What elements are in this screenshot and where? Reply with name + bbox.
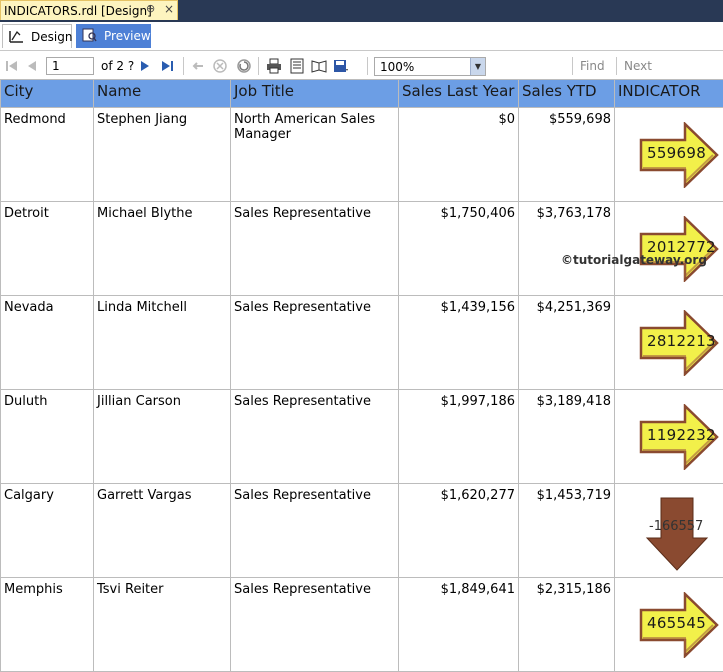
find-next-link[interactable]: Next	[624, 59, 652, 73]
table-row: DetroitMichael BlytheSales Representativ…	[1, 202, 723, 296]
sales-ytd-cell: $559,698	[519, 108, 615, 202]
header-sales-ytd: Sales YTD	[519, 80, 615, 108]
indicator-value: 465545	[647, 614, 706, 632]
pin-icon[interactable]: ⊕	[146, 2, 155, 15]
toolbar-separator	[258, 57, 259, 75]
close-icon[interactable]: ×	[164, 2, 174, 16]
sales-last-year-cell: $1,750,406	[399, 202, 519, 296]
header-city: City	[1, 80, 94, 108]
preview-icon	[82, 28, 97, 42]
name-cell: Garrett Vargas	[94, 484, 231, 578]
prev-page-icon[interactable]	[24, 58, 40, 74]
table-row: NevadaLinda MitchellSales Representative…	[1, 296, 723, 390]
job-title-cell: Sales Representative	[231, 296, 399, 390]
down-arrow-icon	[645, 496, 709, 572]
chevron-down-icon[interactable]: ▼	[470, 58, 485, 75]
city-cell: Detroit	[1, 202, 94, 296]
print-icon[interactable]	[266, 58, 282, 74]
print-layout-icon[interactable]	[289, 58, 305, 74]
view-tab-strip: Design Preview	[0, 22, 723, 51]
back-icon[interactable]	[190, 58, 206, 74]
header-name: Name	[94, 80, 231, 108]
city-cell: Duluth	[1, 390, 94, 484]
stop-icon[interactable]	[212, 58, 228, 74]
zoom-value: 100%	[380, 60, 414, 74]
job-title-cell: North American Sales Manager	[231, 108, 399, 202]
document-tab-bar: INDICATORS.rdl [Design] ⊕ ×	[0, 0, 723, 22]
indicator-cell: 2012772	[615, 202, 723, 296]
refresh-icon[interactable]	[236, 58, 252, 74]
sales-last-year-cell: $1,620,277	[399, 484, 519, 578]
report-toolbar: 1 of 2 ? 100% ▼ Find Next	[0, 53, 723, 80]
tab-design-label: Design	[31, 30, 72, 44]
export-icon[interactable]	[333, 58, 349, 74]
sales-ytd-cell: $2,315,186	[519, 578, 615, 672]
tab-preview-label: Preview	[104, 29, 151, 43]
name-cell: Linda Mitchell	[94, 296, 231, 390]
sales-last-year-cell: $1,997,186	[399, 390, 519, 484]
indicator-cell: 559698	[615, 108, 723, 202]
city-cell: Redmond	[1, 108, 94, 202]
header-indicator: INDICATOR	[615, 80, 723, 108]
toolbar-separator	[367, 57, 368, 75]
table-row: MemphisTsvi ReiterSales Representative$1…	[1, 578, 723, 672]
report-body: City Name Job Title Sales Last Year Sale…	[0, 79, 723, 672]
zoom-select[interactable]: 100% ▼	[374, 57, 486, 76]
job-title-cell: Sales Representative	[231, 390, 399, 484]
next-page-icon[interactable]	[137, 58, 153, 74]
name-cell: Jillian Carson	[94, 390, 231, 484]
table-row: CalgaryGarrett VargasSales Representativ…	[1, 484, 723, 578]
page-number-input[interactable]: 1	[46, 57, 94, 75]
watermark: ©tutorialgateway.org	[561, 253, 707, 267]
indicator-cell: -166557	[615, 484, 723, 578]
table-row: DuluthJillian CarsonSales Representative…	[1, 390, 723, 484]
sales-ytd-cell: $1,453,719	[519, 484, 615, 578]
name-cell: Michael Blythe	[94, 202, 231, 296]
tab-design[interactable]: Design	[2, 24, 72, 48]
sales-last-year-cell: $1,439,156	[399, 296, 519, 390]
city-cell: Calgary	[1, 484, 94, 578]
design-icon	[9, 29, 24, 43]
city-cell: Nevada	[1, 296, 94, 390]
indicator-cell: 1192232	[615, 390, 723, 484]
header-sales-last-year: Sales Last Year	[399, 80, 519, 108]
indicator-value: -166557	[649, 519, 703, 534]
sales-ytd-cell: $4,251,369	[519, 296, 615, 390]
toolbar-separator	[572, 57, 573, 75]
name-cell: Tsvi Reiter	[94, 578, 231, 672]
indicator-cell: 465545	[615, 578, 723, 672]
document-tab[interactable]: INDICATORS.rdl [Design] ⊕ ×	[0, 0, 178, 20]
table-row: RedmondStephen JiangNorth American Sales…	[1, 108, 723, 202]
sales-last-year-cell: $0	[399, 108, 519, 202]
name-cell: Stephen Jiang	[94, 108, 231, 202]
last-page-icon[interactable]	[159, 58, 175, 74]
job-title-cell: Sales Representative	[231, 202, 399, 296]
table-header-row: City Name Job Title Sales Last Year Sale…	[1, 80, 723, 108]
sales-table: City Name Job Title Sales Last Year Sale…	[0, 79, 723, 672]
find-link[interactable]: Find	[580, 59, 605, 73]
toolbar-separator	[616, 57, 617, 75]
first-page-icon[interactable]	[4, 58, 20, 74]
document-tab-title: INDICATORS.rdl [Design]	[4, 4, 152, 18]
header-job-title: Job Title	[231, 80, 399, 108]
sales-last-year-cell: $1,849,641	[399, 578, 519, 672]
indicator-value: 559698	[647, 144, 706, 162]
tab-preview[interactable]: Preview	[76, 24, 151, 48]
city-cell: Memphis	[1, 578, 94, 672]
indicator-value: 2812213	[647, 332, 716, 350]
job-title-cell: Sales Representative	[231, 578, 399, 672]
page-count-label: of 2 ?	[101, 59, 134, 73]
sales-ytd-cell: $3,763,178	[519, 202, 615, 296]
sales-ytd-cell: $3,189,418	[519, 390, 615, 484]
job-title-cell: Sales Representative	[231, 484, 399, 578]
page-setup-icon[interactable]	[311, 58, 327, 74]
indicator-cell: 2812213	[615, 296, 723, 390]
indicator-value: 1192232	[647, 426, 716, 444]
toolbar-separator	[183, 57, 184, 75]
